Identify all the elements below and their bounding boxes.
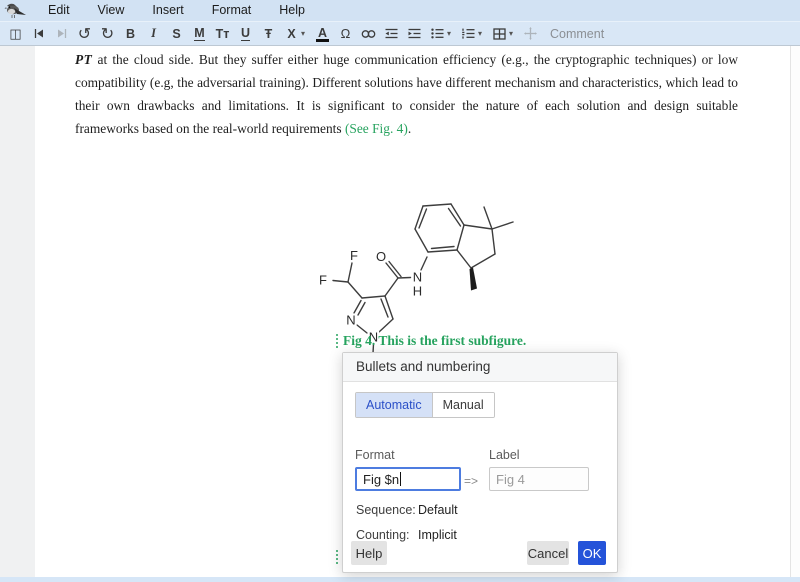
dialog-title: Bullets and numbering — [343, 353, 617, 382]
selection-highlight-strip — [0, 577, 800, 582]
scrollbar-track[interactable] — [790, 46, 800, 582]
numbered-list-dropdown-icon[interactable]: ▾ — [478, 29, 488, 38]
tab-manual[interactable]: Manual — [433, 393, 494, 417]
special-character-button[interactable]: Ω — [335, 23, 356, 44]
figure-caption[interactable]: Fig 4. This is the first subfigure. — [336, 333, 526, 349]
counting-value[interactable]: Implicit — [418, 528, 457, 542]
menu-view[interactable]: View — [84, 0, 139, 21]
second-caption-drag-handle-icon[interactable] — [336, 549, 338, 565]
tab-automatic[interactable]: Automatic — [356, 393, 433, 417]
menu-format[interactable]: Format — [198, 0, 266, 21]
teletype-button[interactable]: Tᴛ — [212, 23, 233, 44]
counting-row: Counting: Implicit — [356, 528, 410, 542]
mode-tabset: Automatic Manual — [355, 392, 495, 418]
bullet-list-icon[interactable] — [427, 23, 448, 44]
indent-icon[interactable] — [404, 23, 425, 44]
outdent-icon[interactable] — [381, 23, 402, 44]
link-icon[interactable] — [358, 23, 379, 44]
label-field-label: Label — [489, 448, 589, 462]
atom-fluorine-1: F — [350, 248, 358, 263]
bullets-numbering-dialog: Bullets and numbering Automatic Manual F… — [342, 352, 618, 573]
undo-icon[interactable]: ↺ — [74, 23, 95, 44]
body-paragraph[interactable]: PT at the cloud side. But they suffer ei… — [75, 48, 738, 140]
skip-to-start-icon[interactable] — [28, 23, 49, 44]
italic-button[interactable]: I — [143, 23, 164, 44]
app-logo-bird-icon[interactable] — [0, 0, 34, 21]
bullet-list-dropdown-icon[interactable]: ▾ — [447, 29, 457, 38]
menu-insert[interactable]: Insert — [138, 0, 197, 21]
atom-nitrogen-amide: N — [413, 270, 422, 285]
paragraph-period: . — [408, 121, 411, 136]
math-pt-symbol: PT — [75, 52, 92, 67]
figure-caption-text: Fig 4. This is the first subfigure. — [343, 333, 526, 349]
table-icon[interactable] — [489, 23, 510, 44]
format-input[interactable]: Fig $n — [355, 467, 461, 491]
maps-to-arrow: => — [464, 474, 478, 488]
sidebar-toggle-icon[interactable]: ◫ — [5, 23, 26, 44]
document-canvas[interactable]: PT at the cloud side. But they suffer ei… — [0, 46, 800, 582]
page-left-gutter — [0, 46, 35, 582]
atom-oxygen: O — [376, 249, 386, 264]
cancel-button[interactable]: Cancel — [527, 541, 569, 565]
strong-s-button[interactable]: S — [166, 23, 187, 44]
script-x-button[interactable]: X — [281, 23, 302, 44]
format-field-label: Format — [355, 448, 461, 462]
font-color-button[interactable]: A — [312, 23, 333, 44]
caption-drag-handle-icon[interactable] — [336, 333, 338, 349]
menu-bar: Edit View Insert Format Help — [0, 0, 800, 21]
text-cursor — [400, 472, 401, 486]
skip-to-end-icon[interactable] — [51, 23, 72, 44]
menu-edit[interactable]: Edit — [34, 0, 84, 21]
comment-button[interactable]: Comment — [550, 27, 604, 41]
figure-reference-link[interactable]: (See Fig. 4) — [345, 121, 408, 136]
script-dropdown-icon[interactable]: ▾ — [301, 29, 311, 38]
underline-button[interactable]: U — [235, 23, 256, 44]
atom-fluorine-2: F — [319, 273, 327, 288]
math-m-button[interactable]: M — [189, 23, 210, 44]
move-handle-icon[interactable] — [520, 23, 541, 44]
sequence-row: Sequence: Default — [356, 503, 416, 517]
numbered-list-icon[interactable] — [458, 23, 479, 44]
redo-icon[interactable]: ↻ — [97, 23, 118, 44]
font-color-swatch — [316, 39, 329, 42]
table-dropdown-icon[interactable]: ▾ — [509, 29, 519, 38]
ok-button[interactable]: OK — [578, 541, 606, 565]
strikethrough-button[interactable]: Ŧ — [258, 23, 279, 44]
help-button[interactable]: Help — [351, 541, 387, 565]
menu-help[interactable]: Help — [265, 0, 319, 21]
bold-button[interactable]: B — [120, 23, 141, 44]
atom-nitrogen-2: N — [346, 313, 355, 328]
sequence-value[interactable]: Default — [418, 503, 458, 517]
atom-hydrogen-amide: H — [413, 284, 422, 299]
label-preview-input[interactable]: Fig 4 — [489, 467, 589, 491]
formatting-toolbar: ◫ ↺ ↻ B I S M Tᴛ U Ŧ X ▾ A Ω — [0, 21, 800, 46]
